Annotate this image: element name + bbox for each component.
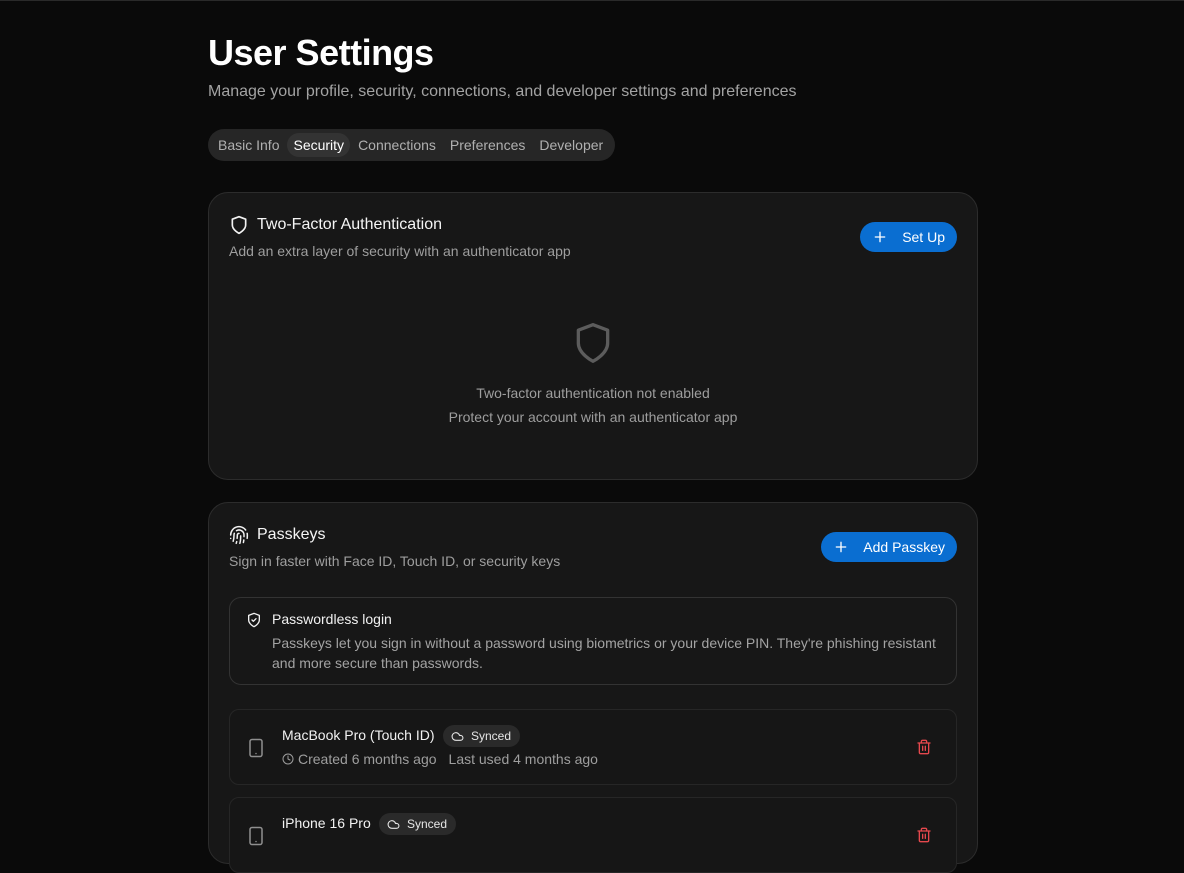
- trash-icon[interactable]: [916, 739, 932, 755]
- synced-badge: Synced: [379, 813, 457, 835]
- settings-tabs: Basic Info Security Connections Preferen…: [208, 129, 616, 161]
- passkey-meta: Created 6 months ago Last used 4 months …: [282, 751, 598, 767]
- empty-state-title: Two-factor authentication not enabled: [476, 385, 710, 401]
- plus-icon: [874, 231, 886, 243]
- passkey-name: MacBook Pro (Touch ID): [282, 727, 435, 743]
- two-factor-card: Two-Factor Authentication Add an extra l…: [208, 192, 978, 480]
- badge-label: Synced: [407, 817, 448, 831]
- two-factor-title: Two-Factor Authentication: [257, 216, 442, 233]
- smartphone-icon: [249, 738, 263, 758]
- passkeys-card: Passkeys Sign in faster with Face ID, To…: [208, 502, 978, 873]
- shield-icon: [231, 215, 247, 235]
- tab-preferences[interactable]: Preferences: [444, 133, 531, 157]
- plus-icon: [835, 541, 847, 553]
- passkey-last-used: Last used 4 months ago: [448, 751, 598, 767]
- info-text: Passkeys let you sign in without a passw…: [272, 635, 936, 671]
- synced-badge: Synced: [443, 725, 521, 747]
- two-factor-description: Add an extra layer of security with an a…: [229, 243, 571, 259]
- passkey-name: iPhone 16 Pro: [282, 815, 371, 831]
- page-subtitle: Manage your profile, security, connectio…: [208, 83, 797, 100]
- tab-developer[interactable]: Developer: [533, 133, 609, 157]
- shield-check-icon: [248, 612, 260, 628]
- cloud-icon: [451, 731, 464, 741]
- passkey-created: Created 6 months ago: [298, 751, 437, 767]
- two-factor-empty-state: Two-factor authentication not enabled Pr…: [209, 319, 977, 429]
- add-passkey-button[interactable]: Add Passkey: [821, 532, 957, 562]
- passkeys-title: Passkeys: [257, 526, 326, 543]
- shield-icon: [576, 323, 610, 363]
- passkey-item: iPhone 16 Pro Synced: [229, 797, 957, 873]
- tab-security[interactable]: Security: [287, 133, 351, 157]
- passkey-item: MacBook Pro (Touch ID) Synced Created 6 …: [229, 709, 957, 785]
- info-title: Passwordless login: [272, 611, 392, 627]
- tab-basic-info[interactable]: Basic Info: [212, 133, 285, 157]
- setup-2fa-button[interactable]: Set Up: [860, 222, 957, 252]
- fingerprint-icon: [229, 525, 249, 545]
- passkeys-description: Sign in faster with Face ID, Touch ID, o…: [229, 553, 561, 569]
- empty-state-subtitle: Protect your account with an authenticat…: [448, 409, 738, 425]
- trash-icon[interactable]: [916, 827, 932, 843]
- page-title: User Settings: [208, 32, 434, 73]
- top-border: [0, 0, 1184, 1]
- tab-connections[interactable]: Connections: [352, 133, 442, 157]
- setup-2fa-label: Set Up: [902, 229, 945, 245]
- add-passkey-label: Add Passkey: [863, 539, 945, 555]
- smartphone-icon: [249, 826, 263, 846]
- cloud-icon: [387, 819, 400, 829]
- clock-icon: [282, 753, 294, 765]
- passwordless-info-box: Passwordless login Passkeys let you sign…: [229, 597, 957, 685]
- badge-label: Synced: [471, 729, 512, 743]
